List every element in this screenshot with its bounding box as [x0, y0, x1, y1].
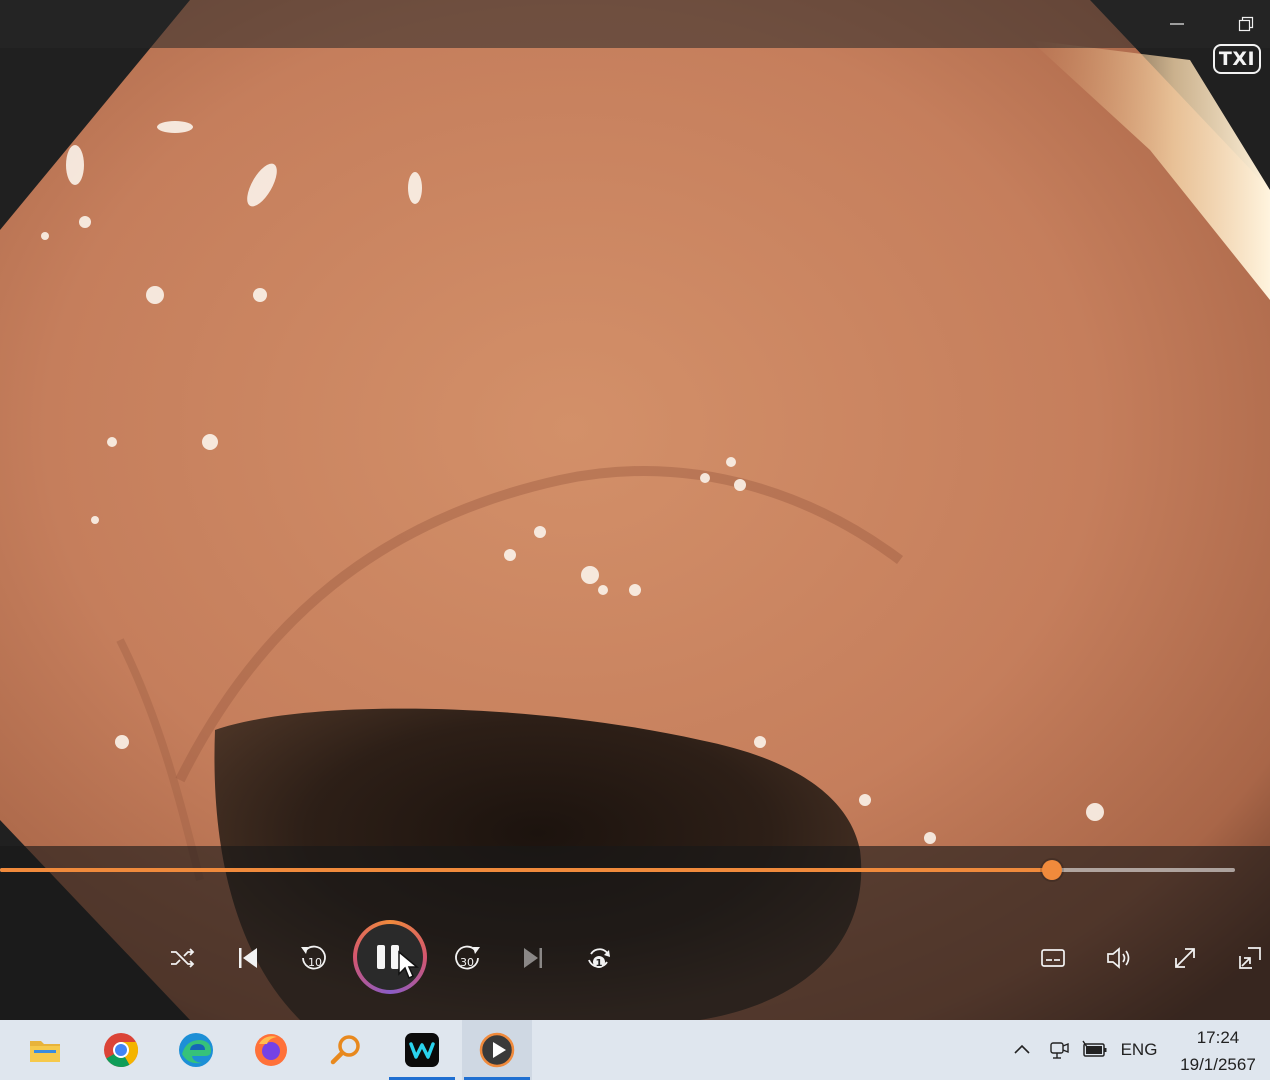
repeat-button[interactable]: 1	[579, 938, 619, 978]
clock-date: 19/1/2567	[1180, 1055, 1256, 1074]
minimize-icon	[1170, 23, 1184, 25]
taskbar-edge[interactable]	[161, 1020, 231, 1080]
windows-taskbar: ENG	[0, 1020, 1270, 1080]
next-icon	[524, 948, 542, 968]
mouse-cursor-icon	[398, 950, 419, 980]
tray-battery[interactable]	[1078, 1020, 1112, 1080]
skip-back-10-button[interactable]: 10	[294, 938, 334, 978]
taskbar-chrome[interactable]	[86, 1020, 156, 1080]
minimize-button[interactable]	[1160, 8, 1194, 40]
skip-back-label: 10	[308, 956, 322, 969]
volume-button[interactable]	[1099, 938, 1139, 978]
skip-forward-30-button[interactable]: 30	[447, 938, 487, 978]
previous-icon	[239, 948, 257, 968]
skip-forward-label: 30	[460, 956, 474, 969]
search-app-icon	[330, 1035, 360, 1065]
show-hidden-icons-button[interactable]	[1006, 1020, 1038, 1080]
firefox-icon	[255, 1034, 287, 1066]
file-explorer-icon	[30, 1041, 60, 1062]
seek-progress	[0, 868, 1052, 872]
previous-button[interactable]	[228, 938, 268, 978]
repeat-one-icon: 1	[588, 948, 610, 969]
mini-player-icon	[1239, 947, 1261, 969]
shuffle-button[interactable]	[162, 938, 202, 978]
taskbar-clock[interactable]: 17:24 19/1/2567	[1168, 1022, 1268, 1080]
window-title-bar	[0, 0, 1270, 48]
tray-meet-now[interactable]	[1043, 1020, 1075, 1080]
subtitles-button[interactable]	[1033, 938, 1073, 978]
restore-icon	[1238, 16, 1254, 32]
taskbar-media-player[interactable]	[462, 1020, 532, 1080]
repeat-one-label: 1	[596, 958, 603, 969]
next-button[interactable]	[513, 938, 553, 978]
subtitles-icon	[1041, 949, 1065, 967]
chrome-icon	[104, 1033, 138, 1067]
taskbar-webex[interactable]	[387, 1020, 457, 1080]
txi-mode-badge: TXI	[1213, 44, 1261, 74]
skip-back-10-icon: 10	[301, 945, 326, 970]
restore-button[interactable]	[1229, 8, 1263, 40]
skip-forward-30-icon: 30	[455, 945, 480, 970]
clock-time: 17:24	[1196, 1028, 1240, 1047]
volume-icon	[1107, 947, 1130, 969]
webex-icon	[405, 1033, 439, 1067]
shuffle-icon	[171, 948, 195, 968]
taskbar-search-app[interactable]	[311, 1020, 381, 1080]
fullscreen-icon	[1175, 948, 1195, 968]
taskbar-file-explorer[interactable]	[10, 1020, 80, 1080]
battery-plugged-icon	[1082, 1040, 1107, 1057]
chevron-up-icon	[1014, 1044, 1030, 1054]
media-player-icon	[479, 1032, 515, 1068]
pause-button[interactable]	[353, 920, 427, 994]
language-label: ENG	[1120, 1040, 1158, 1059]
fullscreen-button[interactable]	[1165, 938, 1205, 978]
edge-icon	[179, 1033, 213, 1067]
tray-language[interactable]: ENG	[1116, 1020, 1162, 1080]
webcam-icon	[1050, 1042, 1069, 1059]
taskbar-firefox[interactable]	[236, 1020, 306, 1080]
mini-player-button[interactable]	[1230, 938, 1270, 978]
seek-thumb[interactable]	[1042, 860, 1062, 880]
playback-control-bar	[0, 846, 1270, 1020]
